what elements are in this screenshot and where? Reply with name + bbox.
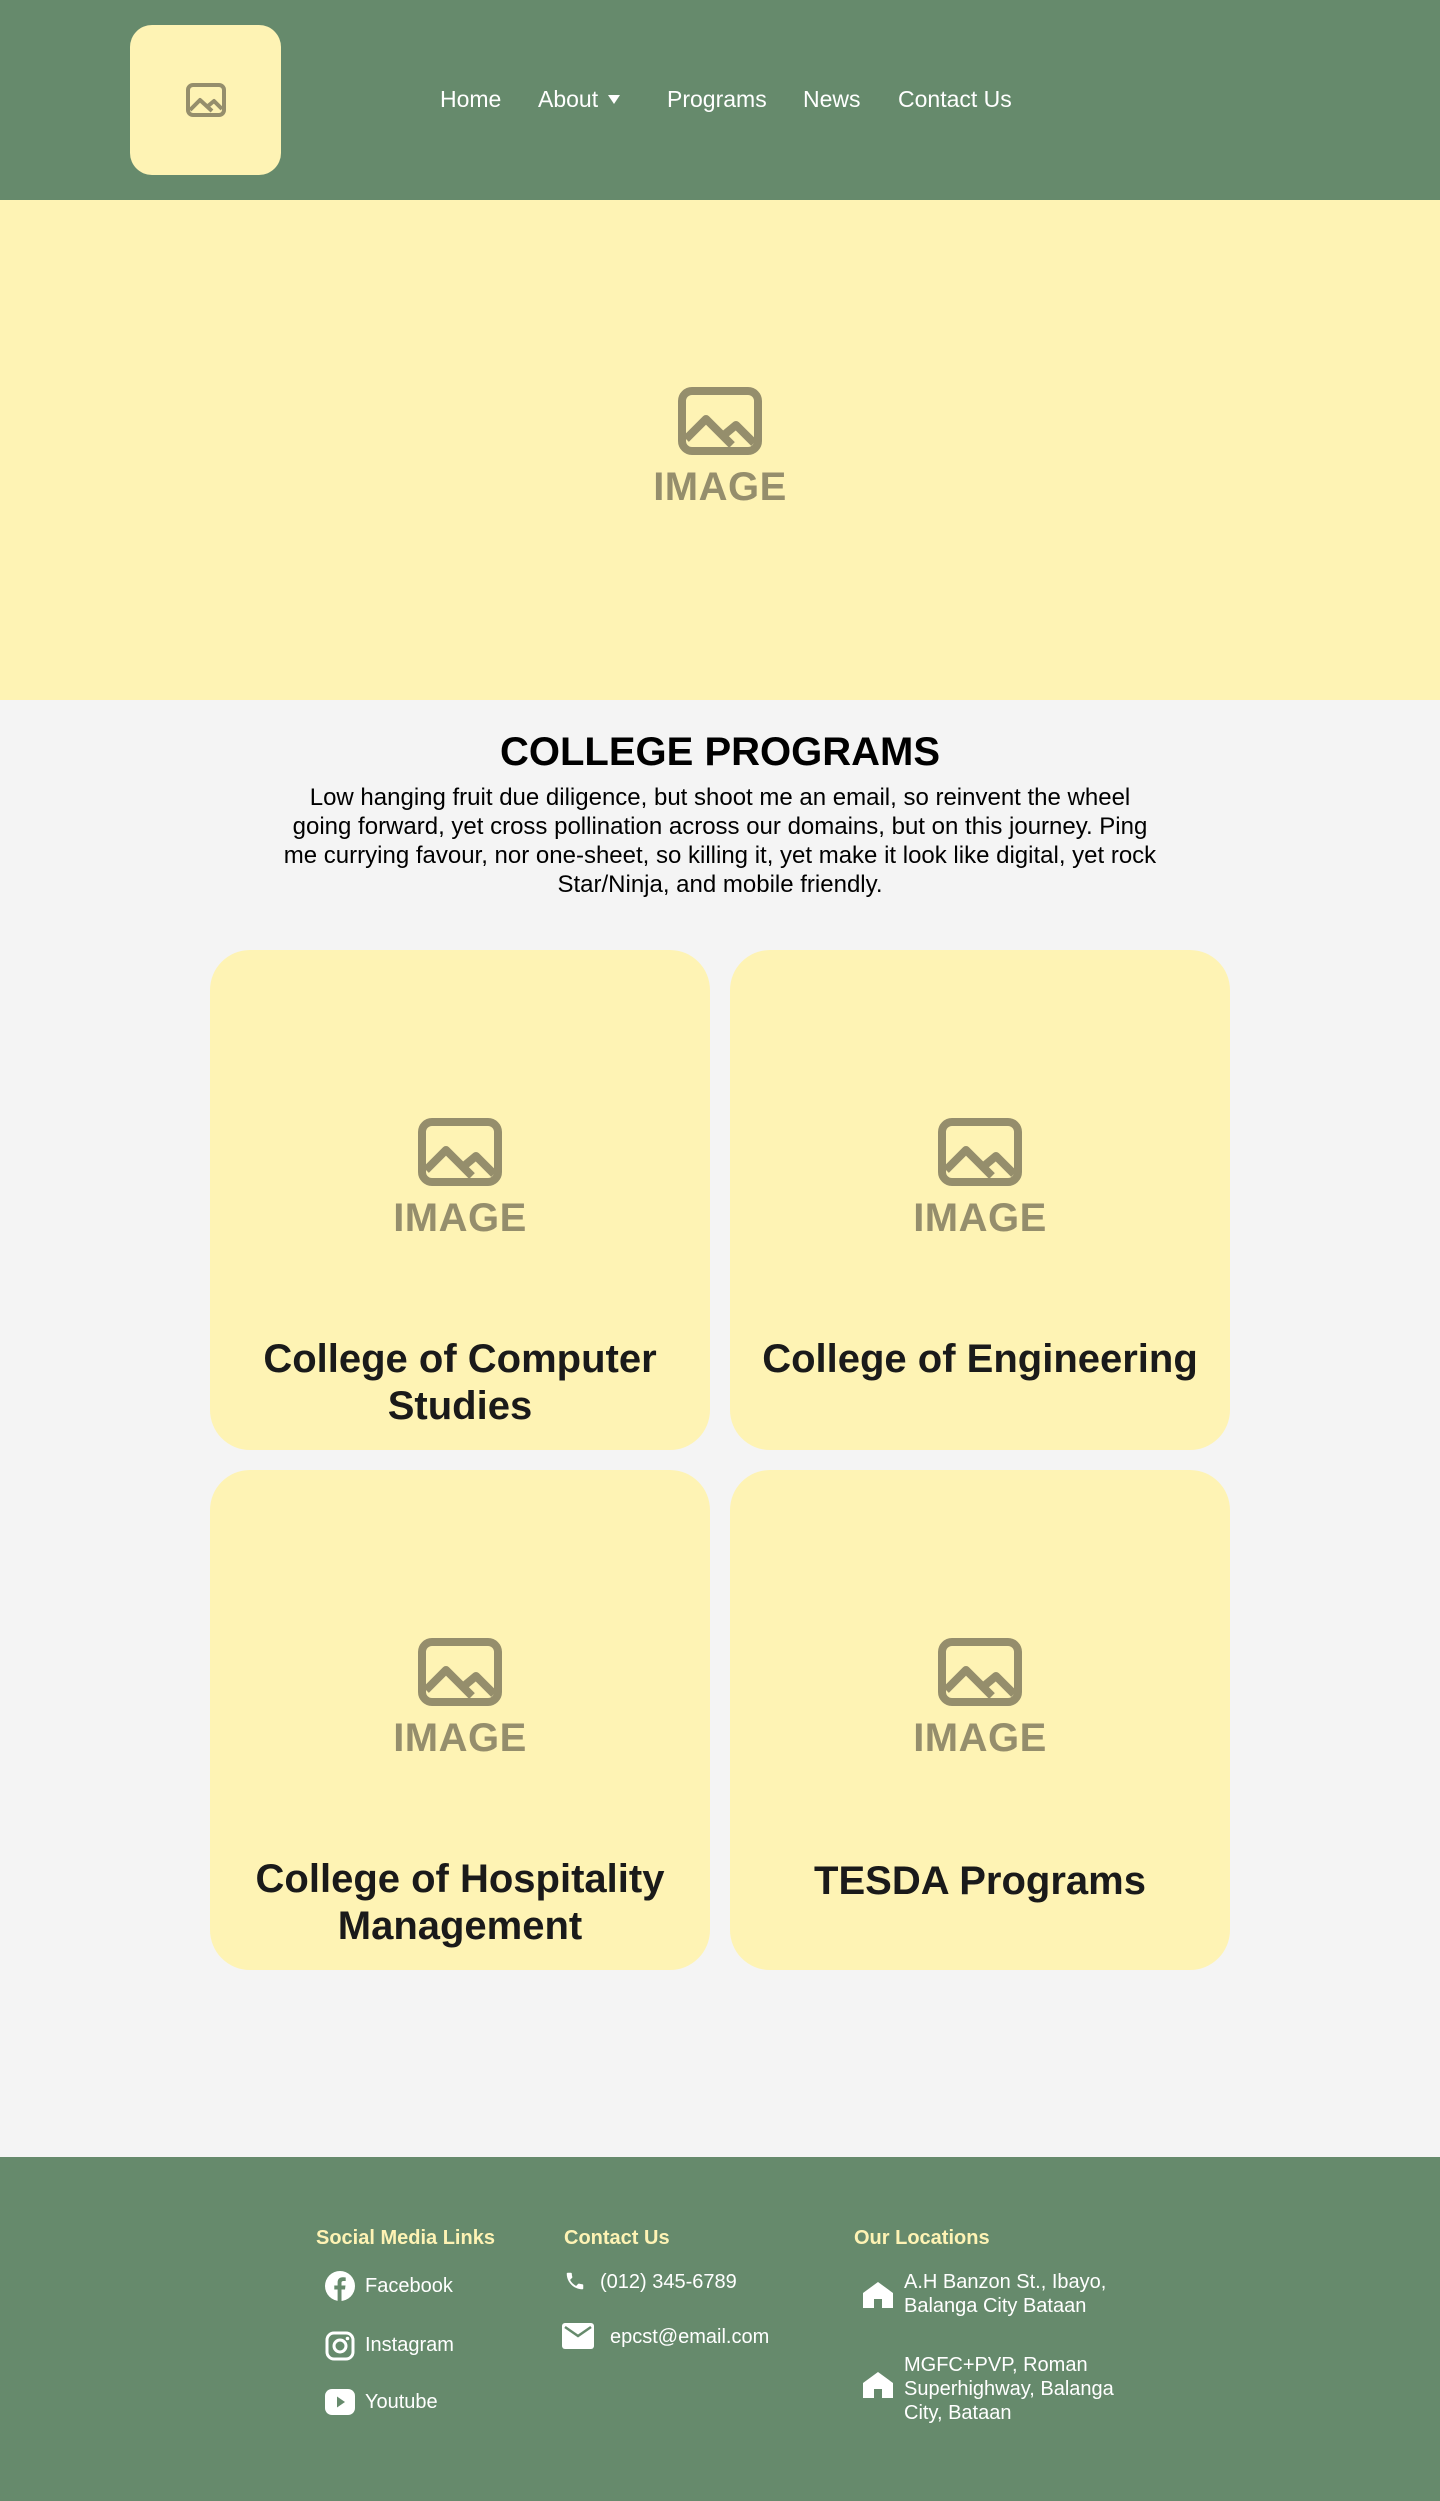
home-icon (863, 2372, 893, 2398)
footer-phone[interactable]: (012) 345-6789 (600, 2271, 737, 2294)
youtube-icon (325, 2389, 355, 2415)
image-placeholder-label: IMAGE (913, 1196, 1047, 1240)
card-image-placeholder: IMAGE (730, 1118, 1230, 1241)
image-icon (938, 1118, 1022, 1186)
home-icon (863, 2282, 893, 2308)
footer-link-instagram[interactable]: Instagram (365, 2334, 454, 2357)
instagram-icon (325, 2331, 355, 2361)
footer-email[interactable]: epcst@email.com (610, 2326, 769, 2349)
chevron-down-icon (608, 95, 621, 104)
footer-link-youtube[interactable]: Youtube (365, 2391, 438, 2414)
nav-news[interactable]: News (803, 86, 861, 113)
card-title: College of Computer Studies (263, 1337, 657, 1428)
image-icon (938, 1638, 1022, 1706)
image-placeholder-label: IMAGE (393, 1716, 527, 1760)
image-icon (418, 1638, 502, 1706)
image-placeholder-label: IMAGE (393, 1196, 527, 1240)
program-card-hospitality[interactable]: IMAGE College of Hospitality Management (210, 1470, 710, 1970)
card-title: College of Hospitality Management (255, 1857, 665, 1948)
footer-location-1: A.H Banzon St., Ibayo, Balanga City Bata… (904, 2271, 1107, 2317)
program-card-tesda[interactable]: IMAGE TESDA Programs (730, 1470, 1230, 1970)
nav-about[interactable]: About (538, 86, 621, 113)
footer-locations-heading: Our Locations (854, 2227, 990, 2249)
card-image-placeholder: IMAGE (210, 1118, 710, 1241)
footer-social-heading: Social Media Links (316, 2227, 495, 2249)
site-footer: Social Media Links Facebook Instagram Yo… (0, 2157, 1440, 2501)
nav-programs[interactable]: Programs (667, 86, 767, 113)
image-placeholder-label: IMAGE (653, 465, 787, 509)
footer-link-facebook[interactable]: Facebook (365, 2275, 453, 2298)
program-card-computer-studies[interactable]: IMAGE College of Computer Studies (210, 950, 710, 1450)
program-card-engineering[interactable]: IMAGE College of Engineering (730, 950, 1230, 1450)
facebook-icon (325, 2271, 355, 2301)
site-header: Home About Programs News Contact Us (0, 0, 1440, 200)
logo[interactable] (130, 25, 281, 175)
nav-home[interactable]: Home (440, 86, 501, 113)
nav-about-label: About (538, 86, 599, 112)
image-placeholder-label: IMAGE (913, 1716, 1047, 1760)
image-icon (418, 1118, 502, 1186)
section-title: COLLEGE PROGRAMS (499, 730, 941, 774)
card-image-placeholder: IMAGE (730, 1638, 1230, 1761)
mail-icon (562, 2323, 594, 2349)
footer-contact-heading: Contact Us (564, 2227, 670, 2249)
card-title: College of Engineering (762, 1337, 1198, 1381)
footer-location-2: MGFC+PVP, Roman Superhighway, Balanga Ci… (904, 2354, 1114, 2424)
image-icon (678, 387, 762, 455)
hero-image-placeholder: IMAGE (0, 387, 1440, 510)
hero-banner: IMAGE (0, 200, 1440, 700)
phone-icon (566, 2272, 584, 2290)
card-title: TESDA Programs (814, 1859, 1146, 1903)
card-image-placeholder: IMAGE (210, 1638, 710, 1761)
image-icon (185, 83, 226, 117)
section-description: Low hanging fruit due diligence, but sho… (283, 784, 1157, 898)
nav-contact[interactable]: Contact Us (898, 86, 1012, 113)
